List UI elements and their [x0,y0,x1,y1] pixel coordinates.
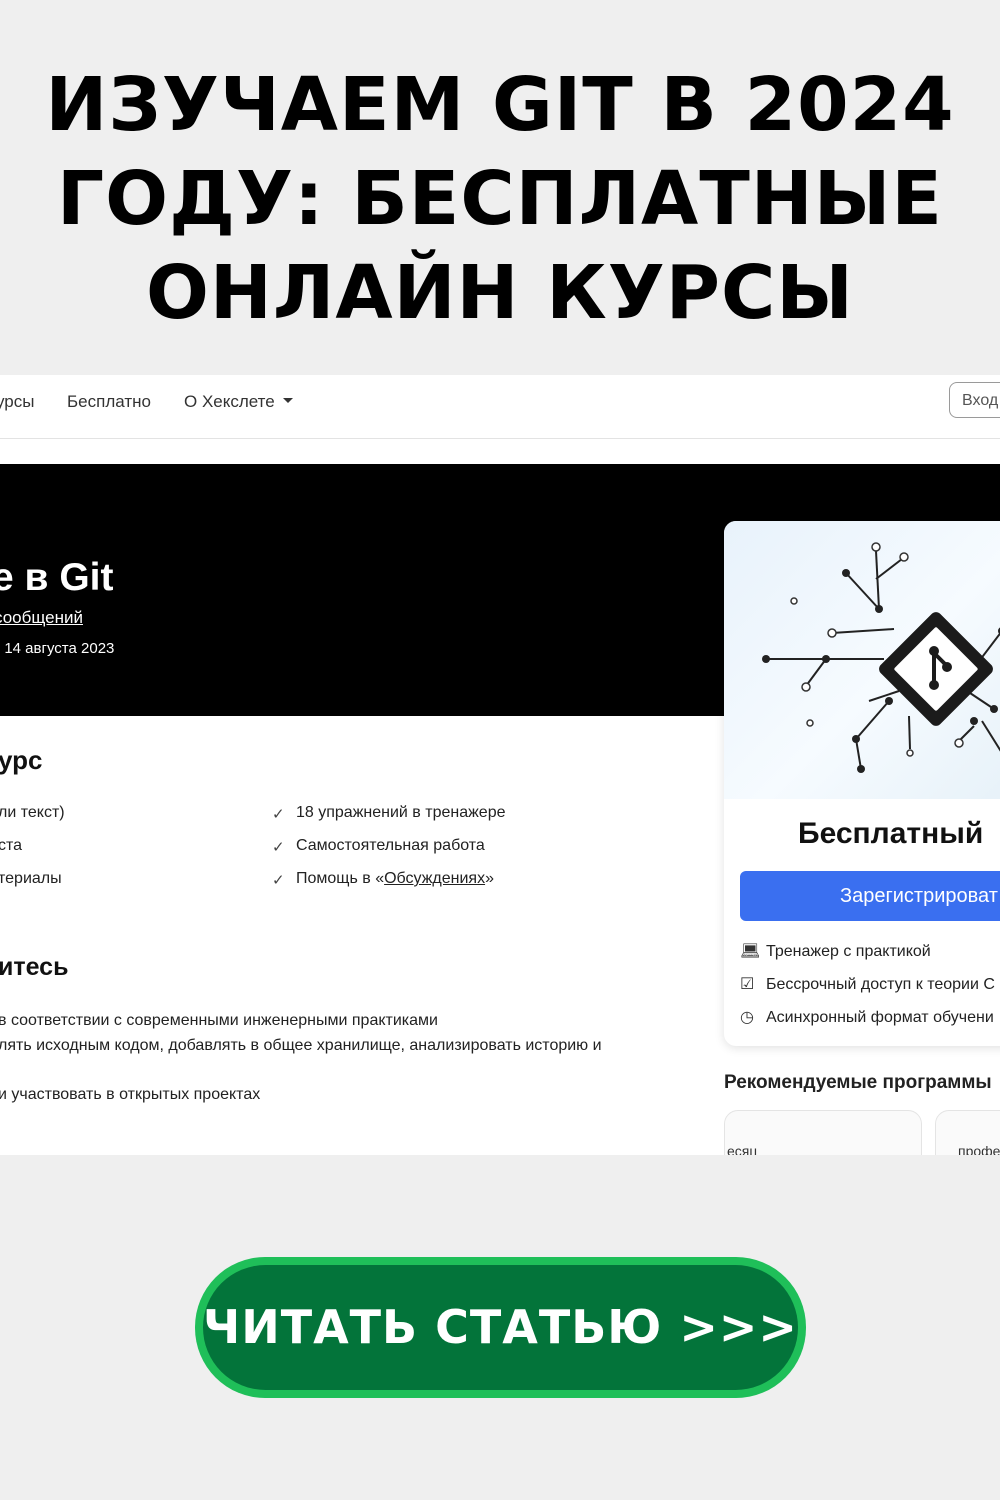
learn-item: в соответствии с современными инженерным… [0,1012,438,1029]
discussions-link[interactable]: Обсуждениях [384,870,485,887]
nav-item-about-label: О Хекслете [184,392,275,411]
learn-item: лять исходным кодом, добавлять в общее х… [0,1037,602,1054]
help-suffix: » [485,870,494,887]
nav-item-courses[interactable]: урсы [0,392,34,412]
recommended-title: Рекомендуемые программы [724,1072,992,1093]
checkbox-icon: ☑ [740,976,755,993]
card-feature: ◷ Асинхронный формат обучени [740,1007,994,1027]
course-feature-help: Помощь в «Обсуждениях» [296,870,494,888]
card-feature-label: Асинхронный формат обучени [766,1009,994,1026]
recommended-card-label: есяц [727,1143,758,1155]
course-feature: териалы [0,870,62,887]
card-feature: 💻︎ Тренажер с практикой [740,941,931,961]
learn-section-title: итесь [0,953,69,981]
reviews-link[interactable]: сообщений [0,608,83,628]
headline-line-1: ИЗУЧАЕМ GIT В 2024 [45,62,955,148]
course-feature: ста [0,837,23,854]
nav-item-about[interactable]: О Хекслете [184,392,293,412]
laptop-icon: 💻︎ [740,943,761,960]
nav-item-free[interactable]: Бесплатно [67,392,151,412]
read-article-label: ЧИТАТЬ СТАТЬЮ >>> [203,1265,798,1390]
check-icon: ✓ [272,872,285,889]
card-feature: ☑ Бессрочный доступ к теории С [740,974,995,994]
card-feature-label: Тренажер с практикой [766,943,931,960]
course-title: е в Git [0,556,114,599]
register-button[interactable]: Зарегистрироват [740,871,1000,921]
read-article-button[interactable]: ЧИТАТЬ СТАТЬЮ >>> [195,1257,806,1398]
help-prefix: Помощь в « [296,870,385,887]
learn-item: и участвовать в открытых проектах [0,1086,261,1103]
update-date: : 14 августа 2023 [0,640,115,657]
headline: ИЗУЧАЕМ GIT В 2024 ГОДУ: БЕСПЛАТНЫЕ ОНЛА… [0,58,1000,340]
git-network-icon [762,542,1000,773]
card-feature-label: Бессрочный доступ к теории С [766,976,995,993]
course-feature: Самостоятельная работа [296,837,485,854]
headline-line-2: ГОДУ: БЕСПЛАТНЫЕ [57,156,943,242]
website-screenshot: урсы Бесплатно О Хекслете Вход е в Git с… [0,375,1000,1155]
recommended-card[interactable]: есяц [724,1110,922,1155]
navbar: урсы Бесплатно О Хекслете Вход [0,375,1000,439]
clock-icon: ◷ [740,1009,754,1026]
course-section-title: урс [0,745,43,775]
course-feature: ли текст) [0,804,65,821]
check-icon: ✓ [272,839,285,856]
price-label: Бесплатный [798,817,984,850]
check-icon: ✓ [272,806,285,823]
course-feature: 18 упражнений в тренажере [296,804,506,821]
chevron-down-icon [282,398,293,404]
headline-line-3: ОНЛАЙН КУРСЫ [146,250,854,336]
login-button[interactable]: Вход [949,382,1000,418]
git-illustration [724,521,1000,799]
recommended-card[interactable]: профе [935,1110,1000,1155]
pricing-card: Бесплатный Зарегистрироват 💻︎ Тренажер с … [724,521,1000,1046]
recommended-card-label: профе [958,1143,1000,1155]
